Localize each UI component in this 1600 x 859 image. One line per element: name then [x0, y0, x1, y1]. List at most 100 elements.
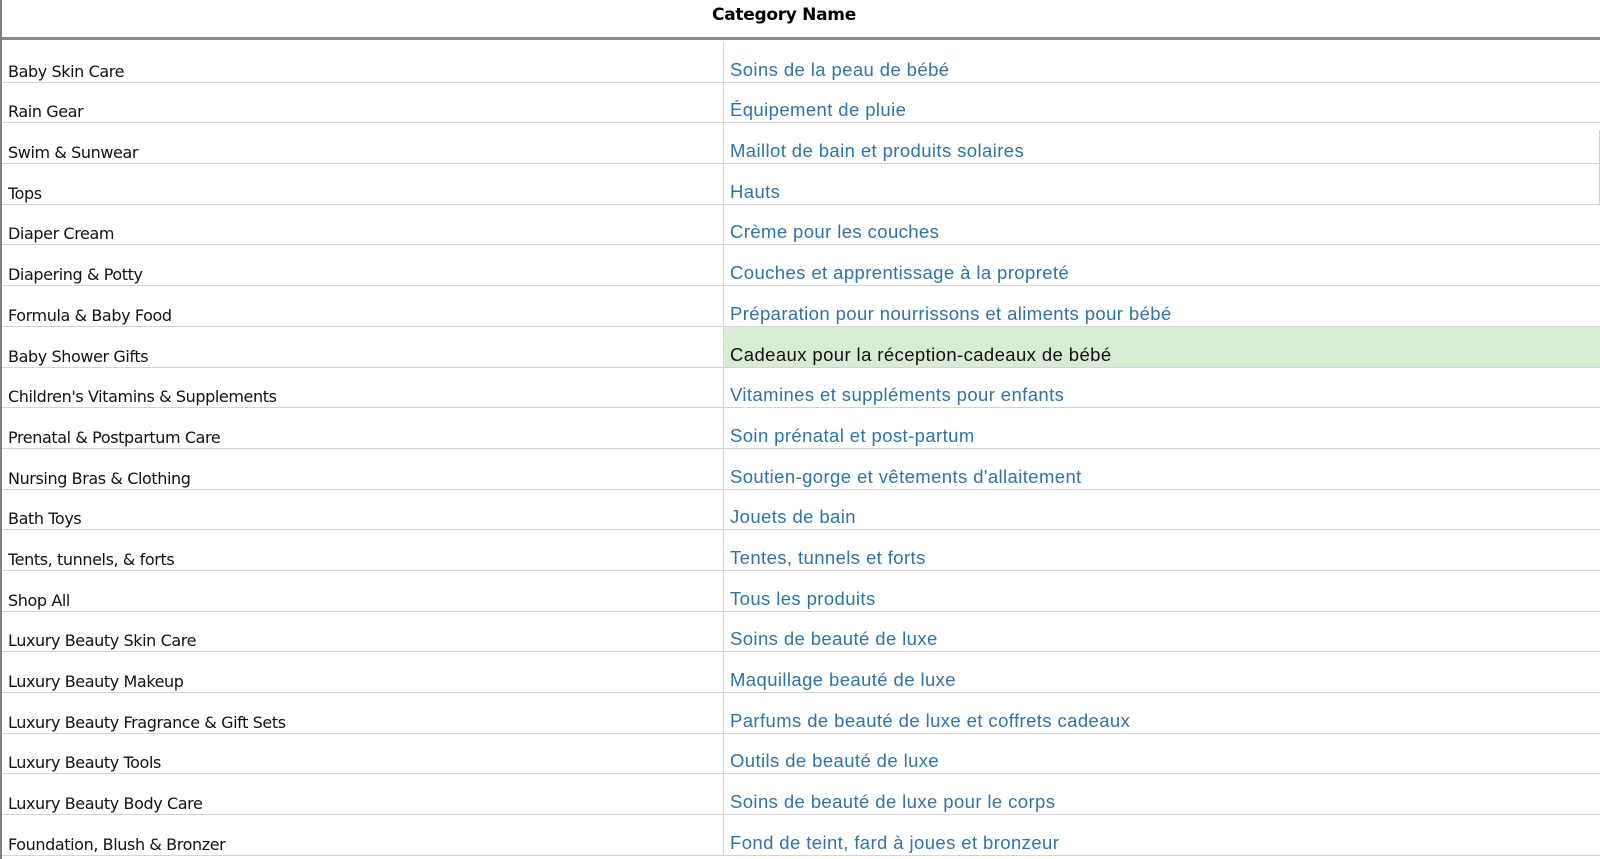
cell-translation[interactable]: Jouets de bain — [724, 490, 1600, 530]
cell-translation[interactable]: Soins de beauté de luxe — [724, 612, 1600, 652]
cell-translation[interactable]: Équipement de pluie — [724, 83, 1600, 123]
translation-text: Équipement de pluie — [730, 99, 907, 121]
translation-text: Cadeaux pour la réception-cadeaux de béb… — [730, 343, 1112, 365]
translation-text: Soins de la peau de bébé — [730, 58, 950, 80]
category-name-text: Baby Shower Gifts — [8, 346, 149, 366]
category-name-text: Prenatal & Postpartum Care — [8, 427, 221, 447]
table-row: Prenatal & Postpartum Care Soin prénatal … — [2, 408, 1600, 449]
category-name-text: Tops — [8, 183, 42, 203]
cell-translation[interactable]: Soin prénatal et post-partum — [724, 408, 1600, 448]
cell-category-name[interactable]: Children's Vitamins & Supplements — [2, 367, 724, 408]
cell-category-name[interactable]: Baby Skin Care — [2, 42, 724, 82]
table-body: Baby Skin Care Soins de la peau de bébé Ra… — [2, 42, 1600, 856]
translation-text: Maquillage beauté de luxe — [730, 669, 956, 690]
cell-translation[interactable]: Parfums de beauté de luxe et coffrets ca… — [724, 693, 1600, 733]
table-row: Luxury Beauty Fragrance & Gift Sets Parfu… — [2, 693, 1600, 734]
table-row: Luxury Beauty Body Care Soins de beauté d… — [2, 774, 1600, 816]
cell-category-name[interactable]: Luxury Beauty Tools — [2, 733, 724, 774]
translation-text: Fond de teint, fard à joues et bronzeur — [730, 831, 1060, 853]
cell-category-name[interactable]: Tents, tunnels, & forts — [2, 530, 724, 570]
translation-text: Jouets de bain — [730, 506, 856, 528]
table-row: Baby Skin Care Soins de la peau de bébé — [2, 42, 1600, 83]
table-row: Bath Toys Jouets de bain — [2, 489, 1600, 531]
column-header-label: Category Name — [712, 5, 856, 25]
translation-text: Soins de beauté de luxe pour le corps — [730, 791, 1056, 813]
cell-translation[interactable]: Fond de teint, fard à joues et bronzeur — [724, 815, 1600, 855]
translation-text: Tentes, tunnels et forts — [730, 546, 926, 568]
cell-translation[interactable]: Tous les produits — [724, 571, 1600, 611]
table-row: Nursing Bras & Clothing Soutien-gorge et … — [2, 448, 1600, 490]
cell-translation[interactable]: Préparation pour nourrissons et aliments… — [724, 286, 1600, 326]
category-name-text: Baby Skin Care — [8, 61, 125, 81]
cell-translation-highlighted[interactable]: Cadeaux pour la réception-cadeaux de béb… — [724, 326, 1600, 367]
category-name-text: Foundation, Blush & Bronzer — [8, 834, 226, 854]
table-row: Diaper Cream Crème pour les couches — [2, 204, 1600, 246]
translation-text: Outils de beauté de luxe — [730, 750, 940, 772]
cell-translation[interactable]: Soins de la peau de bébé — [724, 42, 1600, 82]
column-header[interactable]: Category Name — [2, 0, 1600, 30]
cell-category-name[interactable]: Diapering & Potty — [2, 245, 724, 286]
table-row: Tops Hauts — [2, 164, 1600, 205]
cell-category-name[interactable]: Formula & Baby Food — [2, 286, 724, 326]
table-row: Rain Gear Équipement de pluie — [2, 82, 1600, 124]
cell-category-name[interactable]: Luxury Beauty Fragrance & Gift Sets — [2, 693, 724, 733]
spreadsheet-grid: Category Name Baby Skin Care Soins de la … — [0, 0, 1600, 859]
category-name-text: Shop All — [8, 590, 70, 610]
category-name-text: Formula & Baby Food — [8, 305, 172, 325]
table-row: Children's Vitamins & Supplements Vitamin… — [2, 367, 1600, 409]
table-row: Foundation, Blush & Bronzer Fond de teint… — [2, 815, 1600, 856]
cell-translation[interactable]: Maillot de bain et produits solaires — [724, 123, 1600, 163]
category-name-text: Children's Vitamins & Supplements — [8, 387, 277, 407]
cell-translation[interactable]: Hauts — [724, 164, 1600, 204]
category-name-text: Diaper Cream — [8, 224, 115, 244]
cell-category-name[interactable]: Swim & Sunwear — [2, 123, 724, 164]
translation-text: Soins de beauté de luxe — [730, 628, 938, 650]
cell-category-name[interactable]: Luxury Beauty Makeup — [2, 652, 724, 692]
table-row: Formula & Baby Food Préparation pour nour… — [2, 286, 1600, 327]
translation-text: Préparation pour nourrissons et aliments… — [730, 302, 1172, 324]
table-row: Baby Shower Gifts Cadeaux pour la récepti… — [2, 326, 1600, 368]
cell-category-name[interactable]: Shop All — [2, 570, 724, 611]
cell-category-name[interactable]: Nursing Bras & Clothing — [2, 448, 724, 489]
category-name-text: Luxury Beauty Tools — [8, 753, 161, 773]
table-row: Luxury Beauty Makeup Maquillage beauté de… — [2, 652, 1600, 693]
category-name-text: Luxury Beauty Body Care — [8, 794, 203, 814]
cell-category-name[interactable]: Baby Shower Gifts — [2, 326, 724, 367]
translation-text: Maillot de bain et produits solaires — [730, 140, 1025, 162]
category-name-text: Luxury Beauty Makeup — [8, 672, 184, 691]
category-name-text: Bath Toys — [8, 509, 82, 529]
cell-category-name[interactable]: Rain Gear — [2, 82, 724, 123]
cell-category-name[interactable]: Luxury Beauty Skin Care — [2, 611, 724, 652]
table-row: Tents, tunnels, & forts Tentes, tunnels e… — [2, 530, 1600, 571]
translation-text: Hauts — [730, 180, 781, 202]
category-name-text: Tents, tunnels, & forts — [8, 549, 175, 569]
category-name-text: Luxury Beauty Skin Care — [8, 631, 197, 651]
cell-category-name[interactable]: Tops — [2, 164, 724, 204]
translation-text: Couches et apprentissage à la propreté — [730, 262, 1070, 284]
translation-text: Soutien-gorge et vêtements d'allaitement — [730, 465, 1082, 487]
cell-category-name[interactable]: Foundation, Blush & Bronzer — [2, 815, 724, 855]
table-row: Diapering & Potty Couches et apprentissag… — [2, 245, 1600, 287]
translation-text: Vitamines et suppléments pour enfants — [730, 384, 1065, 406]
category-name-text: Luxury Beauty Fragrance & Gift Sets — [8, 712, 286, 732]
cell-category-name[interactable]: Luxury Beauty Body Care — [2, 774, 724, 815]
header-row[interactable]: Category Name — [2, 0, 1600, 40]
table-row: Luxury Beauty Skin Care Soins de beauté d… — [2, 611, 1600, 653]
cell-translation[interactable]: Tentes, tunnels et forts — [724, 530, 1600, 570]
cell-category-name[interactable]: Prenatal & Postpartum Care — [2, 408, 724, 448]
cell-translation[interactable]: Couches et apprentissage à la propreté — [724, 245, 1600, 285]
cell-translation[interactable]: Crème pour les couches — [724, 205, 1600, 245]
cell-translation[interactable]: Outils de beauté de luxe — [724, 734, 1600, 774]
translation-text: Tous les produits — [730, 587, 876, 609]
category-name-text: Nursing Bras & Clothing — [8, 468, 191, 488]
category-name-text: Diapering & Potty — [8, 265, 143, 285]
category-name-text: Rain Gear — [8, 102, 84, 122]
cell-translation[interactable]: Vitamines et suppléments pour enfants — [724, 368, 1600, 408]
table-row: Luxury Beauty Tools Outils de beauté de l… — [2, 733, 1600, 775]
cell-translation[interactable]: Maquillage beauté de luxe — [724, 652, 1600, 692]
cell-category-name[interactable]: Diaper Cream — [2, 204, 724, 245]
cell-category-name[interactable]: Bath Toys — [2, 489, 724, 530]
cell-translation[interactable]: Soins de beauté de luxe pour le corps — [724, 774, 1600, 814]
translation-text: Soin prénatal et post-partum — [730, 424, 975, 446]
cell-translation[interactable]: Soutien-gorge et vêtements d'allaitement — [724, 449, 1600, 489]
